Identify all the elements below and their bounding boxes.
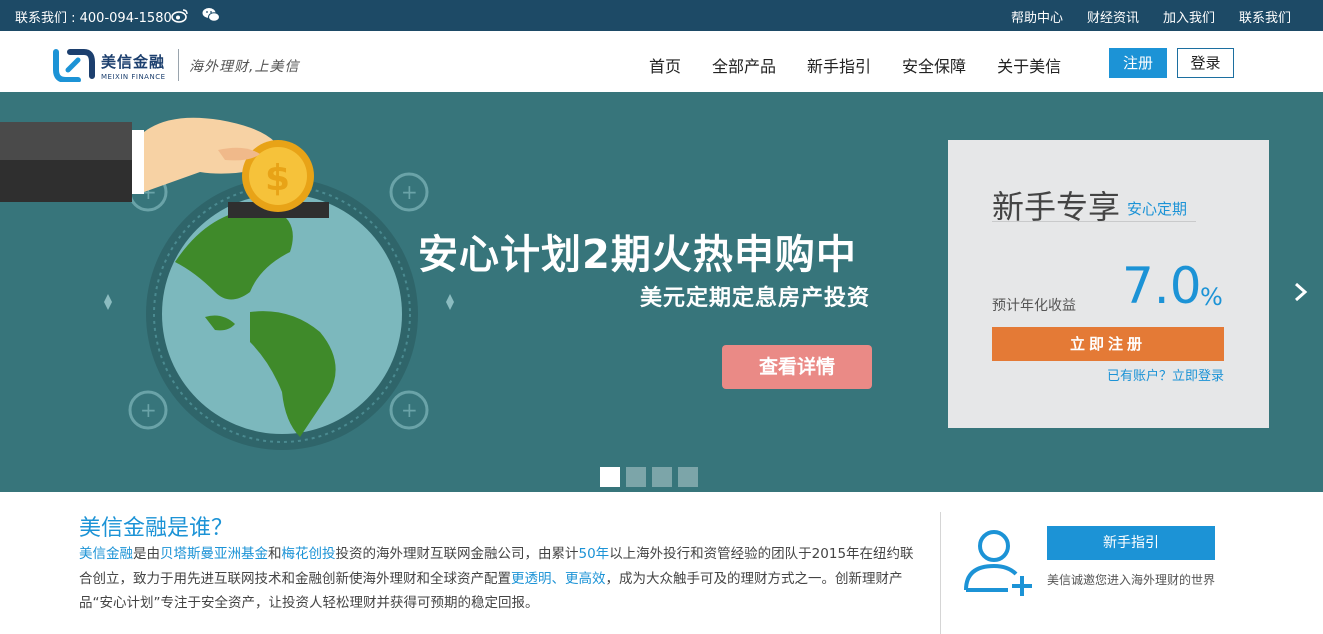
chevron-right-icon[interactable] — [1289, 278, 1313, 306]
logo-cn: 美信金融 — [101, 53, 166, 71]
banner-subline: 美元定期定息房产投资 — [640, 286, 871, 311]
about-paragraph: 美信金融是由贝塔斯曼亚洲基金和梅花创投投资的海外理财互联网金融公司，由累计50年… — [79, 542, 924, 616]
carousel-dot-4[interactable] — [678, 467, 698, 487]
nav-security[interactable]: 安全保障 — [902, 53, 966, 77]
site-header: 美信金融 MEIXIN FINANCE 海外理财,上美信 首页 全部产品 新手指… — [0, 31, 1323, 92]
logo-text[interactable]: 美信金融 MEIXIN FINANCE — [101, 51, 166, 81]
view-details-button[interactable]: 查看详情 — [722, 345, 872, 389]
svg-text:+: + — [401, 398, 418, 422]
text-span: 、 — [551, 570, 566, 587]
svg-text:+: + — [401, 180, 418, 204]
weibo-icon[interactable] — [171, 7, 189, 23]
meixin-logo-icon[interactable] — [48, 48, 96, 82]
nav-about[interactable]: 关于美信 — [997, 53, 1061, 77]
promo-divider — [992, 221, 1196, 222]
join-us-link[interactable]: 加入我们 — [1163, 7, 1215, 26]
more-efficient: 更高效 — [565, 570, 606, 587]
expected-return-unit: % — [1200, 283, 1223, 311]
carousel-dot-3[interactable] — [652, 467, 672, 487]
main-nav: 首页 全部产品 新手指引 安全保障 关于美信 — [649, 53, 1061, 77]
more-transparent: 更透明 — [511, 570, 552, 587]
expected-return-value: 7.0 — [1122, 257, 1202, 315]
user-add-icon — [964, 530, 1032, 596]
login-button[interactable]: 登录 — [1177, 48, 1234, 78]
logo-divider — [178, 49, 179, 81]
logo-en: MEIXIN FINANCE — [101, 73, 166, 81]
text-span: 是由 — [133, 546, 160, 562]
beginner-guide-button[interactable]: 新手指引 — [1047, 526, 1215, 560]
text-span: 和 — [268, 546, 282, 562]
help-center-link[interactable]: 帮助中心 — [1011, 7, 1063, 26]
investor-meihua[interactable]: 梅花创投 — [282, 546, 336, 562]
slogan: 海外理财,上美信 — [189, 59, 300, 75]
existing-account-login-link[interactable]: 已有账户？立即登录 — [1107, 365, 1224, 384]
experience-years: 50年 — [578, 546, 610, 562]
carousel-indicators — [600, 467, 698, 487]
carousel-dot-2[interactable] — [626, 467, 646, 487]
contact-phone: 联系我们 : 400-094-1580 — [15, 11, 172, 26]
register-button[interactable]: 注册 — [1109, 48, 1167, 78]
nav-all-products[interactable]: 全部产品 — [712, 53, 776, 77]
top-bar: 联系我们 : 400-094-1580 帮助中心 财经资讯 加入我们 联系我们 — [0, 0, 1323, 31]
hero-banner: + + + + $ 安心计划2期火热申购中 美元定期定息房产投资 查看详情 新手… — [0, 92, 1323, 492]
carousel-dot-1[interactable] — [600, 467, 620, 487]
contact-us-link[interactable]: 联系我们 — [1239, 7, 1291, 26]
promo-subtitle: 安心定期 — [1127, 200, 1188, 218]
svg-text:$: $ — [265, 158, 290, 199]
svg-text:+: + — [140, 398, 157, 422]
wechat-icon[interactable] — [202, 7, 220, 23]
register-now-button[interactable]: 立即注册 — [992, 327, 1224, 361]
brand-name[interactable]: 美信金融 — [79, 546, 133, 562]
finance-news-link[interactable]: 财经资讯 — [1087, 7, 1139, 26]
guide-invitation-text: 美信诚邀您进入海外理财的世界 — [1047, 573, 1216, 587]
expected-return-label: 预计年化收益 — [992, 298, 1076, 314]
nav-home[interactable]: 首页 — [649, 53, 681, 77]
banner-headline: 安心计划2期火热申购中 — [418, 232, 857, 278]
about-heading: 美信金融是谁？ — [79, 516, 234, 541]
globe-coin-illustration: + + + + $ — [0, 117, 454, 450]
section-divider — [940, 512, 941, 634]
nav-beginner-guide[interactable]: 新手指引 — [807, 53, 871, 77]
top-links: 帮助中心 财经资讯 加入我们 联系我们 — [1011, 7, 1291, 26]
text-span: 投资的海外理财互联网金融公司，由累计 — [335, 546, 579, 562]
newbie-promo-card: 新手专享 安心定期 预计年化收益 7.0 % 立即注册 已有账户？立即登录 — [948, 140, 1269, 428]
investor-bertelsmann[interactable]: 贝塔斯曼亚洲基金 — [160, 546, 268, 562]
